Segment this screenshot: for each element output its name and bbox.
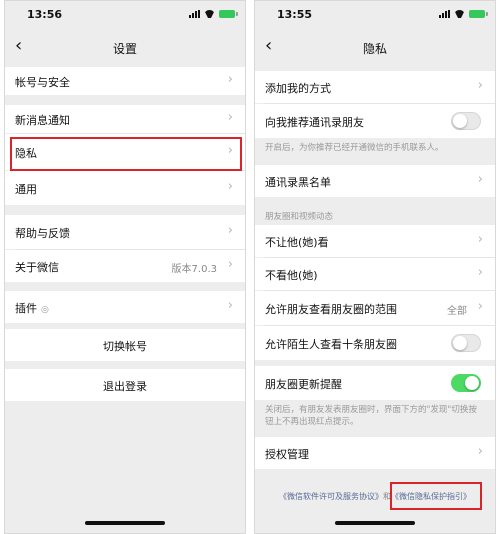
privacy-item-dont-see[interactable]: 不看他(她) › (255, 258, 495, 290)
license-agreement-link[interactable]: 《微信软件许可及服务协议》 (279, 492, 383, 501)
status-icons (189, 10, 238, 18)
wifi-icon (454, 10, 465, 18)
logout-label: 退出登录 (103, 380, 147, 393)
nav-bar: ‹ 隐私 (255, 27, 495, 67)
screenshot-root: 13:56 ‹ 设置 帐号与安全 › 新消息通知 › 隐私 › 通用 › 帮助与… (0, 0, 500, 534)
settings-item-about[interactable]: 关于微信 版本7.0.3 › (5, 250, 245, 282)
home-indicator[interactable] (85, 521, 165, 525)
privacy-item-dont-let-see[interactable]: 不让他(她)看 › (255, 225, 495, 257)
item-label: 插件 (15, 302, 37, 315)
item-label: 不让他(她)看 (265, 236, 329, 249)
signal-icon (189, 10, 200, 18)
item-label: 允许陌生人查看十条朋友圈 (265, 338, 397, 351)
switch-account-label: 切换帐号 (103, 340, 147, 353)
chevron-right-icon: › (477, 299, 483, 314)
battery-icon (469, 10, 488, 18)
item-label: 通讯录黑名单 (265, 176, 331, 189)
status-bar: 13:56 (5, 1, 245, 27)
battery-icon (219, 10, 238, 18)
item-label: 新消息通知 (15, 114, 70, 127)
item-label: 不看他(她) (265, 269, 318, 282)
switch-account-button[interactable]: 切换帐号 (5, 329, 245, 361)
privacy-item-add-me[interactable]: 添加我的方式 › (255, 71, 495, 103)
recommend-contacts-toggle[interactable] (451, 112, 481, 130)
version-value: 版本7.0.3 (171, 264, 217, 275)
privacy-item-stranger-ten: 允许陌生人查看十条朋友圈 (255, 326, 495, 360)
item-label: 关于微信 (15, 261, 59, 274)
signal-icon (439, 10, 450, 18)
chevron-right-icon: › (227, 179, 233, 194)
settings-item-help-feedback[interactable]: 帮助与反馈 › (5, 215, 245, 249)
item-label: 帐号与安全 (15, 76, 70, 89)
page-title: 设置 (112, 42, 137, 56)
chevron-right-icon: › (477, 232, 483, 247)
settings-screen: 13:56 ‹ 设置 帐号与安全 › 新消息通知 › 隐私 › 通用 › 帮助与… (4, 0, 246, 534)
stranger-ten-toggle[interactable] (451, 334, 481, 352)
chevron-right-icon: › (227, 257, 233, 272)
chevron-right-icon: › (227, 223, 233, 238)
privacy-item-authorization[interactable]: 授权管理 › (255, 437, 495, 469)
moments-update-toggle[interactable] (451, 374, 481, 392)
item-label-wrap: 插件 ◎ (15, 300, 49, 316)
status-bar: 13:55 (255, 1, 495, 27)
item-label: 朋友圈更新提醒 (265, 378, 342, 391)
item-label: 通用 (15, 183, 37, 196)
chevron-right-icon: › (227, 110, 233, 125)
chevron-right-icon: › (477, 172, 483, 187)
status-time: 13:55 (277, 8, 313, 21)
chevron-right-icon: › (227, 298, 233, 313)
moments-update-hint: 关闭后，有朋友发表朋友圈时，界面下方的"发现"切换按钮上不再出现红点提示。 (265, 405, 477, 427)
chevron-right-icon: › (227, 72, 233, 87)
toggle-knob (453, 114, 467, 128)
status-time: 13:56 (27, 8, 63, 21)
moments-section-header: 朋友圈和视频动态 (265, 212, 334, 222)
wifi-icon (204, 10, 215, 18)
privacy-item-moments-update: 朋友圈更新提醒 (255, 366, 495, 400)
settings-item-plugins[interactable]: 插件 ◎ › (5, 291, 245, 323)
chevron-right-icon: › (477, 444, 483, 459)
item-label: 授权管理 (265, 448, 309, 461)
page-title: 隐私 (362, 42, 387, 56)
privacy-item-recommend-contacts: 向我推荐通讯录朋友 (255, 104, 495, 138)
recommend-hint: 开启后，为你推荐已经开通微信的手机联系人。 (265, 143, 444, 153)
status-icons (439, 10, 488, 18)
chevron-right-icon: › (477, 265, 483, 280)
privacy-screen: 13:55 ‹ 隐私 添加我的方式 › 向我推荐通讯录朋友 开启后，为你推荐已经… (254, 0, 496, 534)
settings-item-account-security[interactable]: 帐号与安全 › (5, 67, 245, 95)
home-indicator[interactable] (335, 521, 415, 525)
item-label: 向我推荐通讯录朋友 (265, 116, 364, 129)
item-label: 帮助与反馈 (15, 227, 70, 240)
item-label: 添加我的方式 (265, 82, 331, 95)
nav-bar: ‹ 设置 (5, 27, 245, 67)
toggle-knob (465, 376, 479, 390)
privacy-item-moments-range[interactable]: 允许朋友查看朋友圈的范围 全部 › (255, 291, 495, 325)
settings-item-notifications[interactable]: 新消息通知 › (5, 105, 245, 133)
moments-range-value: 全部 (447, 306, 467, 317)
plugin-icon: ◎ (41, 305, 49, 315)
settings-item-general[interactable]: 通用 › (5, 171, 245, 205)
item-label: 允许朋友查看朋友圈的范围 (265, 303, 397, 316)
privacy-item-blacklist[interactable]: 通讯录黑名单 › (255, 165, 495, 197)
toggle-knob (453, 336, 467, 350)
privacy-highlight-box (10, 137, 242, 171)
chevron-right-icon: › (477, 78, 483, 93)
privacy-guide-highlight-box (390, 482, 482, 510)
logout-button[interactable]: 退出登录 (5, 369, 245, 401)
